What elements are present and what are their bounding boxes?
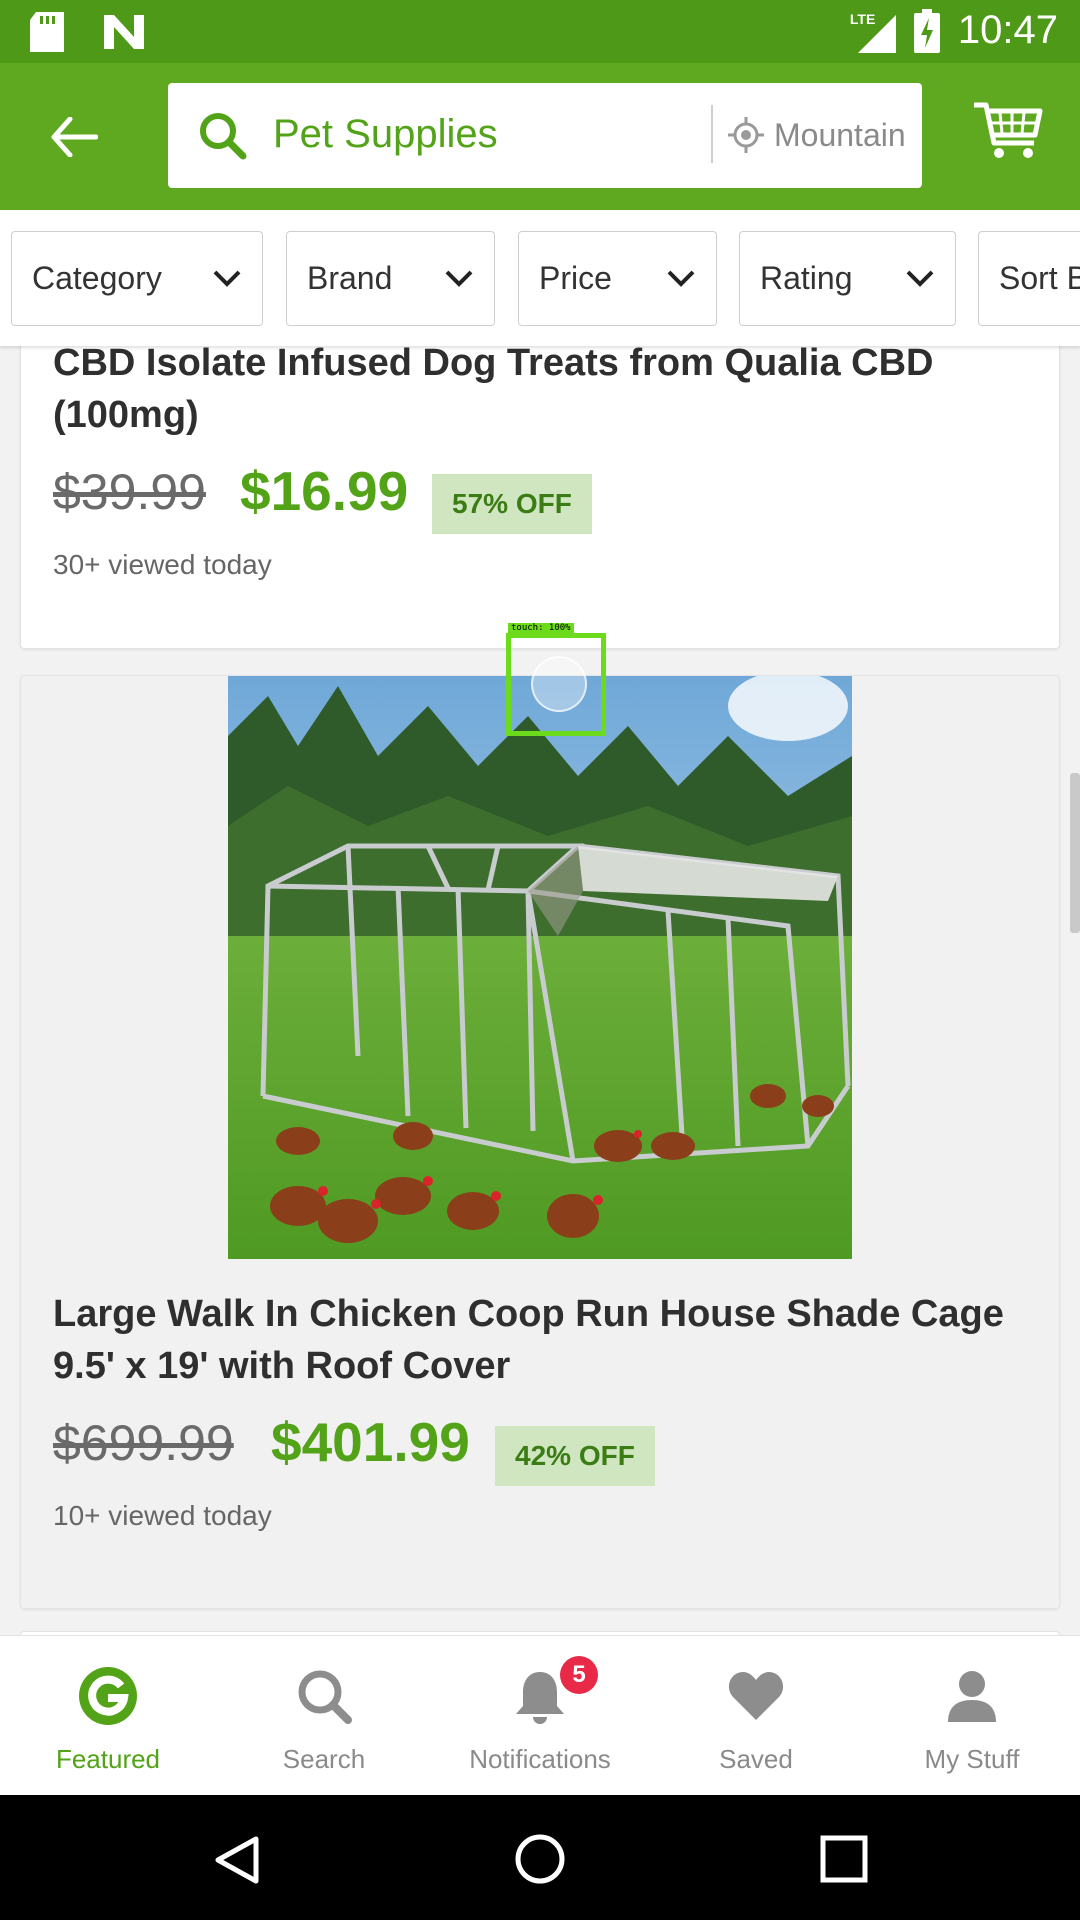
network-type: LTE — [849, 10, 876, 27]
filter-sort[interactable]: Sort By — [978, 231, 1080, 326]
filter-label: Rating — [760, 260, 853, 296]
nav-saved[interactable]: Saved — [648, 1636, 864, 1796]
back-triangle-icon[interactable] — [212, 1835, 260, 1885]
status-bar: LTE 10:47 — [0, 0, 1080, 63]
viewed-count: 10+ viewed today — [53, 1500, 272, 1531]
viewed-count: 30+ viewed today — [53, 549, 272, 580]
bottom-navigation: Featured Search 5 Notifications Saved My… — [0, 1635, 1080, 1795]
touch-point — [531, 656, 587, 712]
location-target-icon — [728, 117, 764, 153]
nav-label: Search — [282, 1744, 366, 1774]
cart-button[interactable] — [972, 101, 1044, 173]
product-feed[interactable]: CBD Isolate Infused Dog Treats from Qual… — [0, 346, 1080, 1636]
home-circle-icon[interactable] — [514, 1833, 566, 1885]
filter-price[interactable]: Price — [518, 231, 717, 326]
touch-indicator — [506, 633, 606, 736]
filter-label: Brand — [307, 260, 393, 296]
lte-signal-icon: LTE — [850, 9, 896, 53]
n-notification-icon — [104, 15, 144, 49]
product-image[interactable] — [228, 676, 852, 1259]
sale-price: $401.99 — [271, 1411, 470, 1473]
touch-indicator-label: touch: 100% — [508, 623, 574, 633]
filter-label: Price — [539, 260, 612, 296]
battery-charging-icon — [913, 8, 940, 53]
chevron-down-icon — [213, 270, 241, 287]
nav-label: My Stuff — [924, 1744, 1020, 1774]
filter-category[interactable]: Category — [11, 231, 263, 326]
search-bar[interactable]: Pet Supplies Mountain View — [168, 83, 922, 188]
product-title: Large Walk In Chicken Coop Run House Sha… — [53, 1293, 1004, 1387]
app-header: Pet Supplies Mountain View — [0, 63, 1080, 210]
filter-label: Category — [32, 260, 162, 296]
filter-rating[interactable]: Rating — [739, 231, 956, 326]
system-navigation-bar — [0, 1795, 1080, 1920]
nav-featured[interactable]: Featured — [0, 1636, 216, 1796]
nav-label: Saved — [719, 1744, 793, 1774]
filter-label: Sort By — [999, 260, 1080, 296]
sd-card-icon — [30, 12, 64, 52]
search-icon — [200, 113, 247, 160]
discount-badge: 42% OFF — [495, 1426, 655, 1486]
chevron-down-icon — [906, 270, 934, 287]
original-price: $39.99 — [53, 464, 206, 520]
nav-label: Notifications — [469, 1744, 611, 1774]
original-price: $699.99 — [53, 1415, 234, 1471]
arrow-left-icon — [51, 117, 98, 157]
back-button[interactable] — [42, 105, 106, 169]
scrollbar[interactable] — [1070, 773, 1080, 933]
notification-badge: 5 — [560, 1656, 598, 1694]
clock: 10:47 — [957, 8, 1058, 52]
filter-bar: Category Brand Price Rating Sort By — [0, 210, 1080, 346]
product-card[interactable]: CBD Isolate Infused Dog Treats from Qual… — [20, 346, 1060, 649]
person-icon — [948, 1671, 996, 1722]
location-selector[interactable]: Mountain View — [774, 117, 914, 154]
chevron-down-icon — [445, 270, 473, 287]
nav-search[interactable]: Search — [216, 1636, 432, 1796]
discount-badge: 57% OFF — [432, 474, 592, 534]
nav-my-stuff[interactable]: My Stuff — [864, 1636, 1080, 1796]
shopping-cart-icon — [974, 102, 1043, 158]
search-icon — [298, 1670, 352, 1724]
chevron-down-icon — [667, 270, 695, 287]
product-title: CBD Isolate Infused Dog Treats from Qual… — [53, 346, 934, 436]
groupon-g-icon — [79, 1667, 137, 1725]
nav-notifications[interactable]: 5 Notifications — [432, 1636, 648, 1796]
recents-square-icon[interactable] — [820, 1835, 868, 1883]
heart-icon — [728, 1672, 784, 1720]
product-card[interactable]: Large Walk In Chicken Coop Run House Sha… — [20, 675, 1060, 1609]
nav-label: Featured — [55, 1744, 161, 1774]
filter-brand[interactable]: Brand — [286, 231, 495, 326]
search-divider — [711, 105, 713, 163]
sale-price: $16.99 — [240, 460, 409, 522]
search-input[interactable]: Pet Supplies — [273, 112, 498, 157]
